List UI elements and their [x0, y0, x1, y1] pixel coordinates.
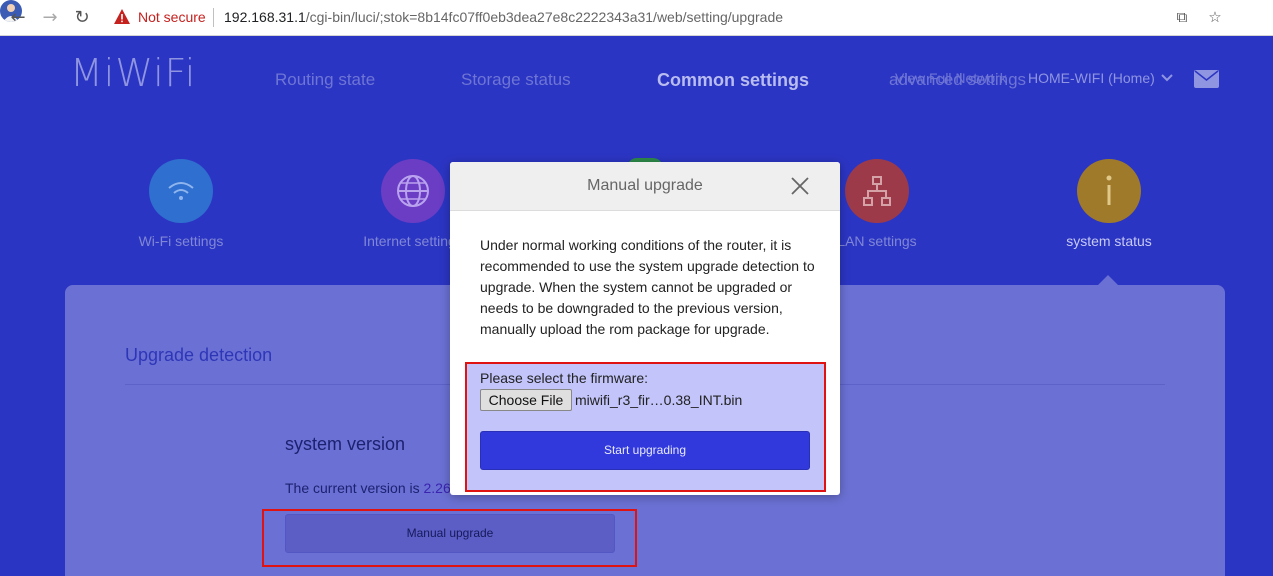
- url-host: 192.168.31.1: [224, 9, 306, 25]
- manual-upgrade-highlight: [262, 509, 637, 567]
- network-name[interactable]: HOME-WIFI (Home): [1028, 70, 1155, 86]
- system-version-heading: system version: [285, 434, 406, 454]
- forward-icon[interactable]: →: [38, 6, 62, 30]
- manual-upgrade-dialog: Manual upgrade Under normal working cond…: [450, 162, 840, 495]
- upgrade-detection-title: Upgrade detection: [125, 345, 273, 365]
- browser-toolbar: ← → ↻ Not secure 192.168.31.1/cgi-bin/lu…: [0, 0, 1273, 36]
- feature-wifi-settings[interactable]: Wi-Fi settings: [111, 159, 251, 249]
- feature-label: Wi-Fi settings: [138, 233, 224, 249]
- network-topology-icon: [845, 159, 909, 223]
- chevron-down-icon[interactable]: [1160, 71, 1174, 85]
- current-version-value: 2.26: [423, 480, 451, 496]
- back-icon[interactable]: ←: [6, 6, 30, 30]
- start-upgrading-button[interactable]: Start upgrading: [480, 431, 810, 470]
- feature-system-status[interactable]: system status: [1039, 159, 1179, 249]
- current-version-label: The current version is: [285, 480, 420, 496]
- globe-icon: [381, 159, 445, 223]
- firmware-label: Please select the firmware:: [480, 370, 649, 386]
- nav-view-full-network[interactable]: View Full Network: [895, 70, 1007, 86]
- nav-storage-status[interactable]: Storage status: [461, 70, 571, 90]
- translate-icon[interactable]: ⧉: [1172, 7, 1192, 27]
- url-separator: [213, 8, 214, 27]
- choose-file-button[interactable]: Choose File: [480, 389, 572, 411]
- warning-icon[interactable]: [113, 8, 131, 26]
- nav-routing-state[interactable]: Routing state: [275, 70, 375, 90]
- address-bar[interactable]: 192.168.31.1/cgi-bin/luci/;stok=8b14fc07…: [224, 9, 783, 25]
- url-path: /cgi-bin/luci/;stok=8b14fc07ff0eb3dea27e…: [305, 9, 784, 25]
- star-icon[interactable]: ☆: [1205, 7, 1225, 27]
- miwifi-logo[interactable]: MiWiFi: [70, 51, 196, 95]
- firmware-select-section: Please select the firmware: Choose File …: [465, 362, 826, 492]
- wifi-icon: [149, 159, 213, 223]
- close-icon[interactable]: [790, 176, 810, 196]
- dialog-header: Manual upgrade: [450, 162, 840, 211]
- security-label[interactable]: Not secure: [138, 9, 206, 25]
- dialog-title: Manual upgrade: [587, 177, 703, 194]
- current-version-text: The current version is 2.26: [285, 480, 451, 496]
- mail-icon[interactable]: [1194, 70, 1219, 88]
- nav-common-settings[interactable]: Common settings: [657, 70, 809, 91]
- reload-icon[interactable]: ↻: [70, 6, 94, 30]
- selected-file-name: miwifi_r3_fir…0.38_INT.bin: [575, 392, 743, 408]
- feature-label: system status: [1066, 233, 1152, 249]
- dialog-description: Under normal working conditions of the r…: [480, 237, 815, 337]
- info-icon: [1077, 159, 1141, 223]
